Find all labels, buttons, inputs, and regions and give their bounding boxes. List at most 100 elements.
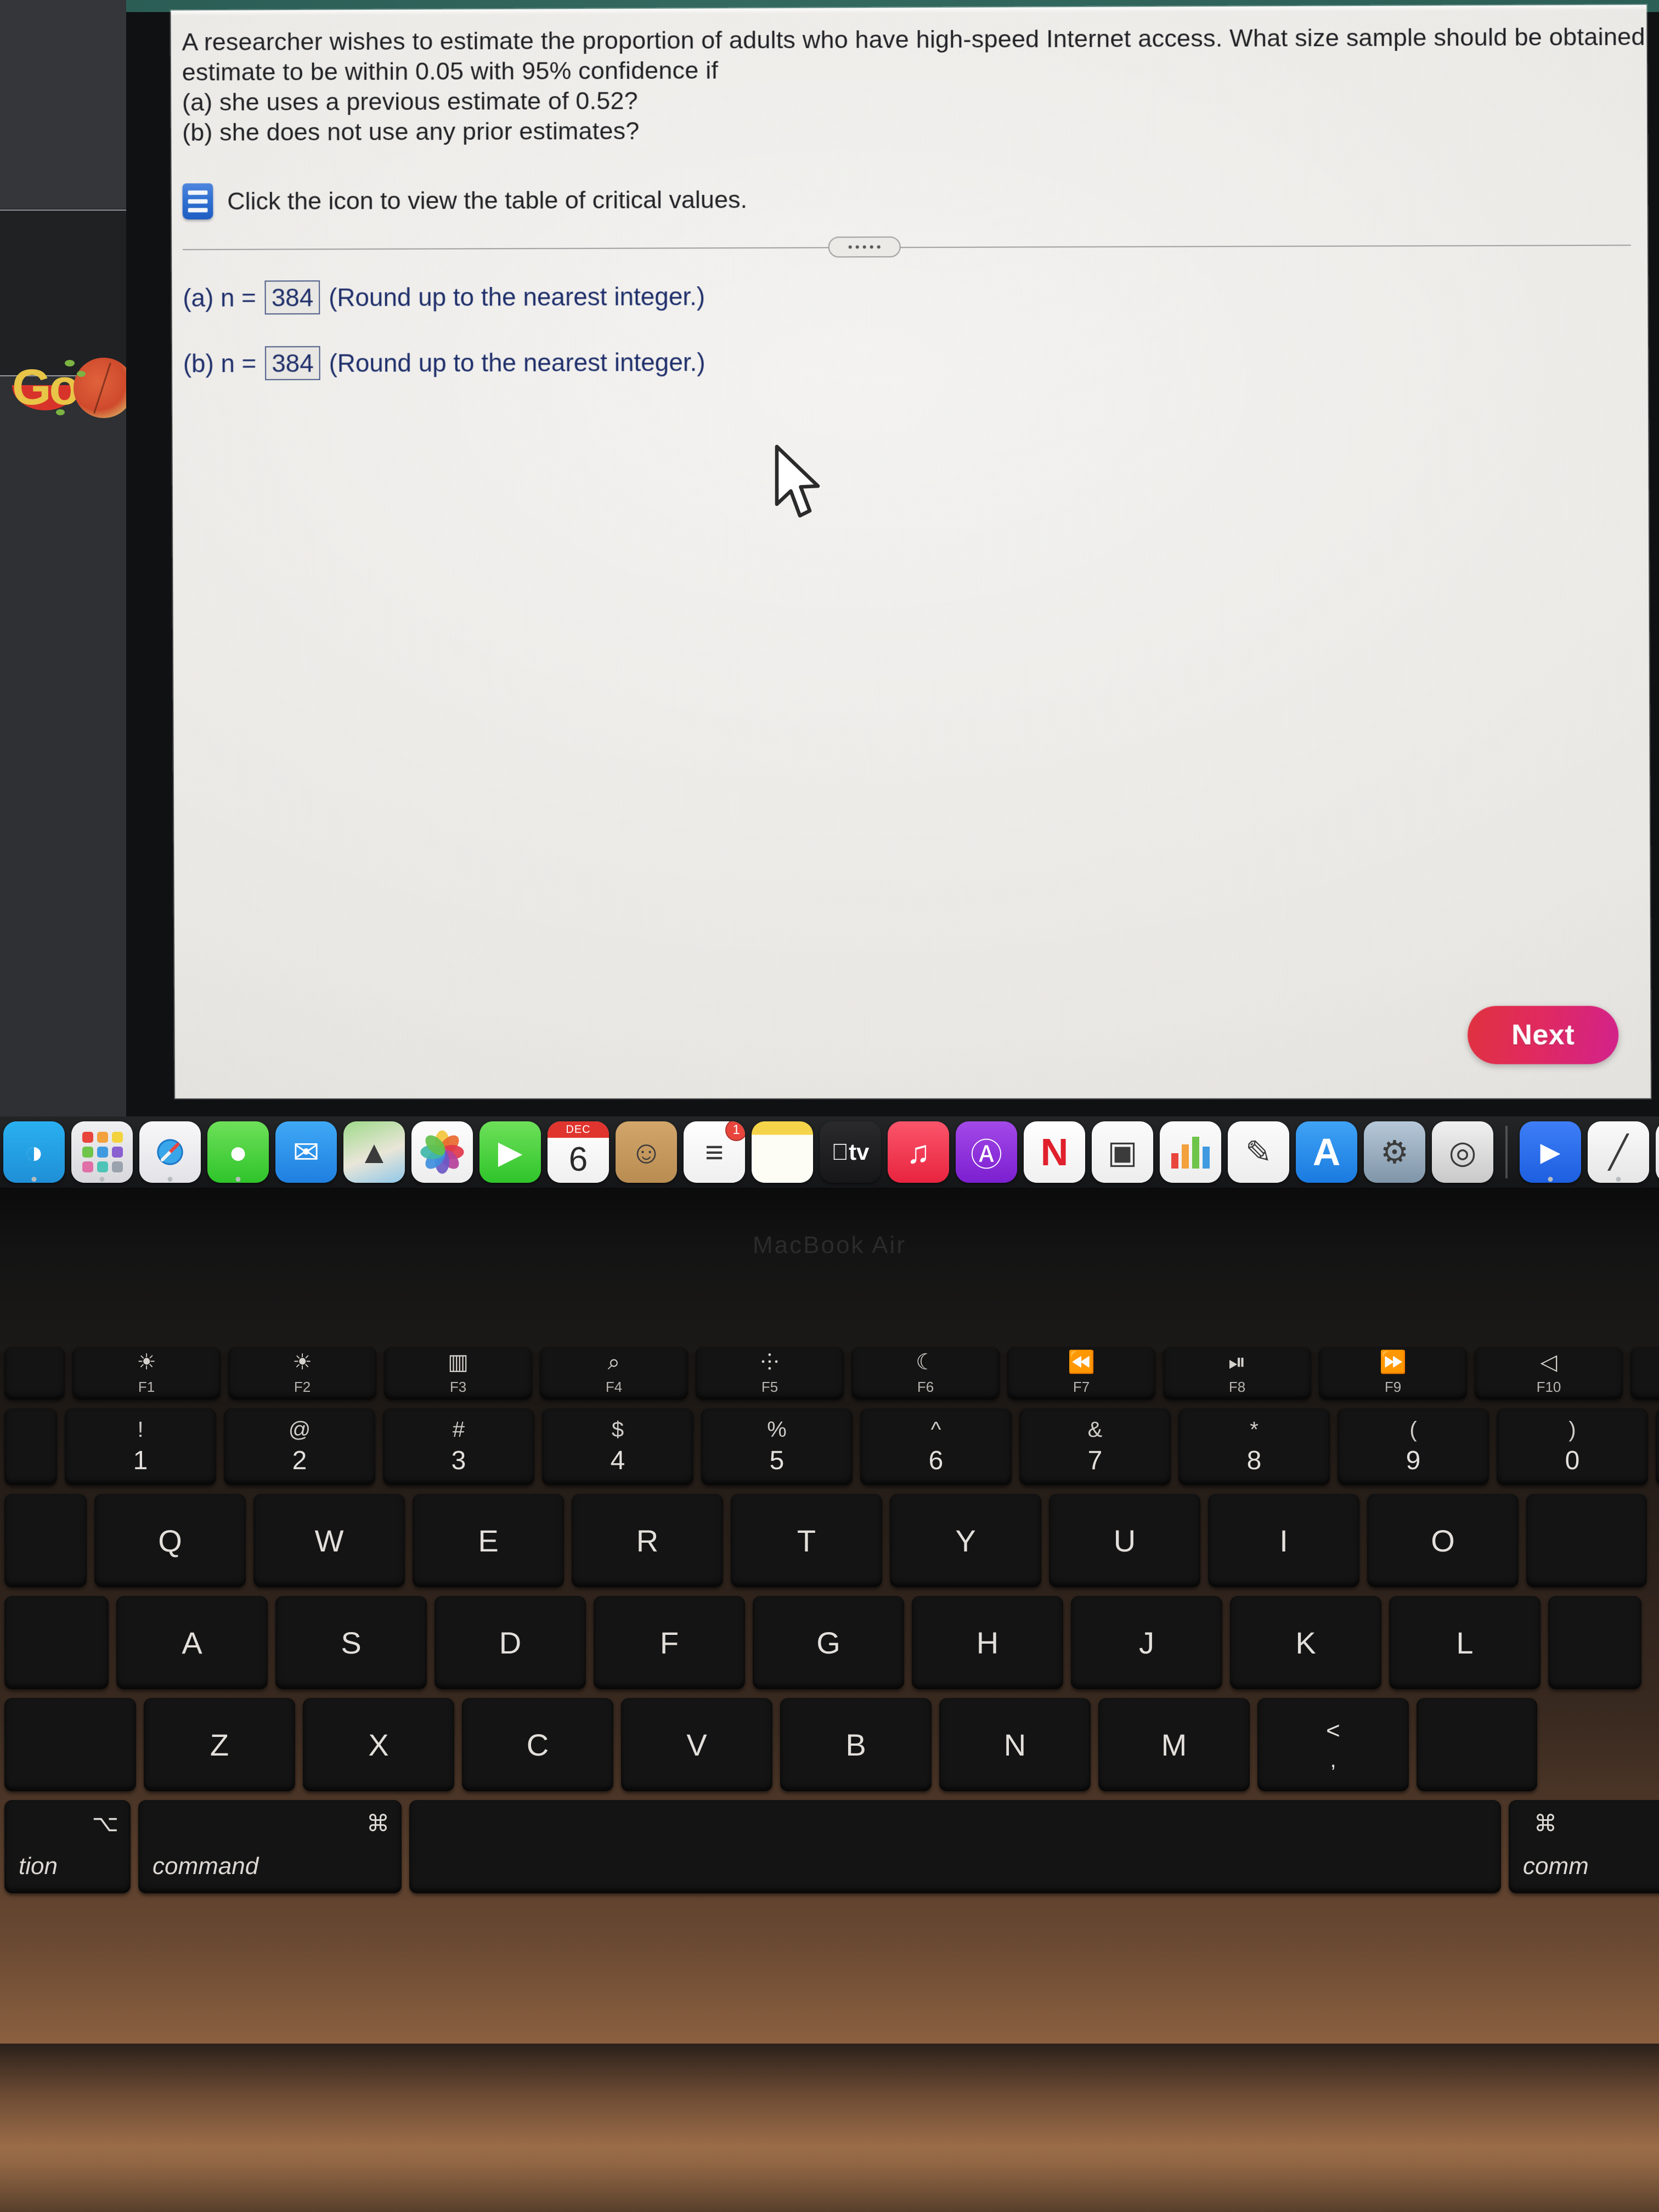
dock-item-mail[interactable]: ✉ — [275, 1121, 337, 1183]
critical-values-hint-row[interactable]: Click the icon to view the table of crit… — [182, 179, 1631, 220]
key-f9[interactable]: ⏩ F9 — [1319, 1347, 1467, 1400]
number-key-row[interactable]: ! 1 @2 #3 $4% 5 ^ 6 & 7 * 8(9) 0 — [0, 1408, 1659, 1485]
key-z[interactable]: Z — [144, 1698, 295, 1791]
key-command-left[interactable]: ⌘ command — [138, 1800, 402, 1893]
key-k[interactable]: K — [1230, 1596, 1381, 1689]
key-command-right[interactable]: ⌘ comm — [1509, 1800, 1659, 1893]
bottom-letter-row[interactable]: Z X C V B N M <, — [0, 1698, 1659, 1791]
key-o[interactable]: O — [1367, 1494, 1519, 1587]
key-f8[interactable]: ⏯ F8 — [1163, 1347, 1311, 1400]
key-v[interactable]: V — [621, 1698, 772, 1791]
key-5[interactable]: % 5 — [701, 1408, 853, 1485]
dock-item-document[interactable]: ╱ — [1588, 1121, 1649, 1183]
key-f3[interactable]: ▥ F3 — [384, 1347, 532, 1400]
dock-item-safari-window[interactable]: ✦ — [1656, 1121, 1659, 1183]
key-6[interactable]: ^ 6 — [860, 1408, 1012, 1485]
key-9[interactable]: (9 — [1338, 1408, 1489, 1485]
answer-b-input[interactable]: 384 — [265, 346, 320, 381]
key-x[interactable]: X — [303, 1698, 454, 1791]
dock-item-app-store[interactable]: A — [1296, 1121, 1357, 1183]
key-comma[interactable]: <, — [1257, 1698, 1409, 1791]
key-r[interactable]: R — [572, 1494, 723, 1587]
key-8[interactable]: * 8 — [1178, 1408, 1330, 1485]
dock-item-numbers[interactable]: █ — [1160, 1121, 1221, 1183]
key-capslock-tail[interactable] — [1548, 1596, 1641, 1689]
key-f11[interactable] — [1630, 1347, 1659, 1400]
key-0[interactable]: ) 0 — [1497, 1408, 1648, 1485]
dock-item-safari[interactable]: ✦ — [139, 1121, 201, 1183]
key-y[interactable]: Y — [890, 1494, 1041, 1587]
answer-a-input[interactable]: 384 — [264, 280, 320, 315]
key-s[interactable]: S — [275, 1596, 427, 1689]
key-l[interactable]: L — [1389, 1596, 1541, 1689]
dock-item-launchpad[interactable]: ▓ — [71, 1121, 133, 1183]
dock-item-zoom[interactable]: ▶ — [1520, 1121, 1581, 1183]
dock-item-maps[interactable]: ▲ — [343, 1121, 405, 1183]
key-f2[interactable]: ☀ F2 — [228, 1347, 376, 1400]
key-m[interactable]: M — [1098, 1698, 1250, 1791]
dock-item-photos[interactable]: ✿ — [411, 1121, 473, 1183]
key-f5[interactable]: ⸭ F5 — [696, 1347, 844, 1400]
key-b[interactable]: B — [780, 1698, 932, 1791]
key-capslock-lead[interactable] — [4, 1596, 109, 1689]
macos-dock[interactable]: ◑ ▓ ✦ ● ✉ ▲ ✿ ▶ 6DEC ☺ ≡1 tv ♫ Ⓐ N ▣ █ ✎ A ⚙ ◎ ▶ ╱ ✦ — [0, 1116, 1659, 1188]
key-4[interactable]: $4 — [542, 1408, 693, 1485]
key-e[interactable]: E — [413, 1494, 564, 1587]
key-i[interactable]: I — [1208, 1494, 1359, 1587]
key-u[interactable]: U — [1049, 1494, 1200, 1587]
key-f1[interactable]: ☀ F1 — [72, 1347, 221, 1400]
function-key-row[interactable]: ☀ F1 ☀ F2 ▥ F3 ⌕ F4 ⸭ F5 ☾ F6 ⏪ F7 ⏯ F8 ⏩ F9 ◁ F10 — [0, 1347, 1659, 1400]
key-escape[interactable] — [4, 1347, 65, 1400]
dock-item-calendar[interactable]: 6 DEC — [548, 1121, 609, 1183]
key-d[interactable]: D — [435, 1596, 586, 1689]
key-f6[interactable]: ☾ F6 — [851, 1347, 1000, 1400]
key-minus[interactable] — [1656, 1408, 1659, 1485]
dock-item-appletv[interactable]: tv — [820, 1121, 881, 1183]
dock-item-pages[interactable]: ✎ — [1228, 1121, 1289, 1183]
background-window[interactable]: Go — [0, 0, 126, 1130]
key-a[interactable]: A — [116, 1596, 268, 1689]
collapse-handle[interactable] — [828, 236, 901, 258]
modifier-row[interactable]: ⌥ tion ⌘ command ⌘ comm — [0, 1800, 1659, 1893]
key-space[interactable] — [409, 1800, 1501, 1893]
key-tab-tail[interactable] — [1526, 1494, 1647, 1587]
key-shift-lead[interactable] — [4, 1698, 136, 1791]
dock-item-reminders[interactable]: ≡ 1 — [684, 1121, 745, 1183]
dock-item-podcasts[interactable]: Ⓐ — [956, 1121, 1017, 1183]
dock-item-messages[interactable]: ● — [207, 1121, 269, 1183]
table-icon[interactable] — [182, 183, 213, 220]
key-q[interactable]: Q — [94, 1494, 246, 1587]
dock-item-contacts[interactable]: ☺ — [616, 1121, 677, 1183]
dock-item-finder[interactable]: ◑ — [3, 1121, 65, 1183]
dock-item-music[interactable]: ♫ — [888, 1121, 949, 1183]
key-1[interactable]: ! 1 — [65, 1408, 216, 1485]
key-n[interactable]: N — [939, 1698, 1091, 1791]
next-button[interactable]: Next — [1467, 1006, 1619, 1064]
key-t[interactable]: T — [731, 1494, 882, 1587]
key-option-left[interactable]: ⌥ tion — [4, 1800, 131, 1893]
dock-item-facetime[interactable]: ▶ — [479, 1121, 541, 1183]
key-tab-lead[interactable] — [4, 1494, 87, 1587]
key-f4[interactable]: ⌕ F4 — [540, 1347, 688, 1400]
dock-item-news[interactable]: N — [1024, 1121, 1085, 1183]
key-w[interactable]: W — [253, 1494, 405, 1587]
qwerty-row[interactable]: QWERTYUIO — [0, 1494, 1659, 1587]
dock-item-siri[interactable]: ◎ — [1432, 1121, 1493, 1183]
key-c[interactable]: C — [462, 1698, 613, 1791]
key-f10[interactable]: ◁ F10 — [1475, 1347, 1623, 1400]
key-backtick[interactable] — [4, 1408, 57, 1485]
key-f[interactable]: F — [594, 1596, 745, 1689]
key-g[interactable]: G — [753, 1596, 904, 1689]
dock-item-notes[interactable] — [752, 1121, 813, 1183]
key-h[interactable]: H — [912, 1596, 1063, 1689]
key-7[interactable]: & 7 — [1019, 1408, 1171, 1485]
key-f7[interactable]: ⏪ F7 — [1007, 1347, 1155, 1400]
key-3[interactable]: #3 — [383, 1408, 534, 1485]
home-row[interactable]: ASDFGHJKL — [0, 1596, 1659, 1689]
key-shift-right[interactable] — [1417, 1698, 1537, 1791]
key-2[interactable]: @2 — [224, 1408, 375, 1485]
dock-item-keynote[interactable]: ▣ — [1092, 1121, 1153, 1183]
dock-item-system-preferences[interactable]: ⚙ — [1364, 1121, 1425, 1183]
key-j[interactable]: J — [1071, 1596, 1222, 1689]
keyboard[interactable]: ☀ F1 ☀ F2 ▥ F3 ⌕ F4 ⸭ F5 ☾ F6 ⏪ F7 ⏯ F8 ⏩ F9 ◁ F10 ! 1 @2 #3 $4… — [0, 1347, 1659, 1902]
